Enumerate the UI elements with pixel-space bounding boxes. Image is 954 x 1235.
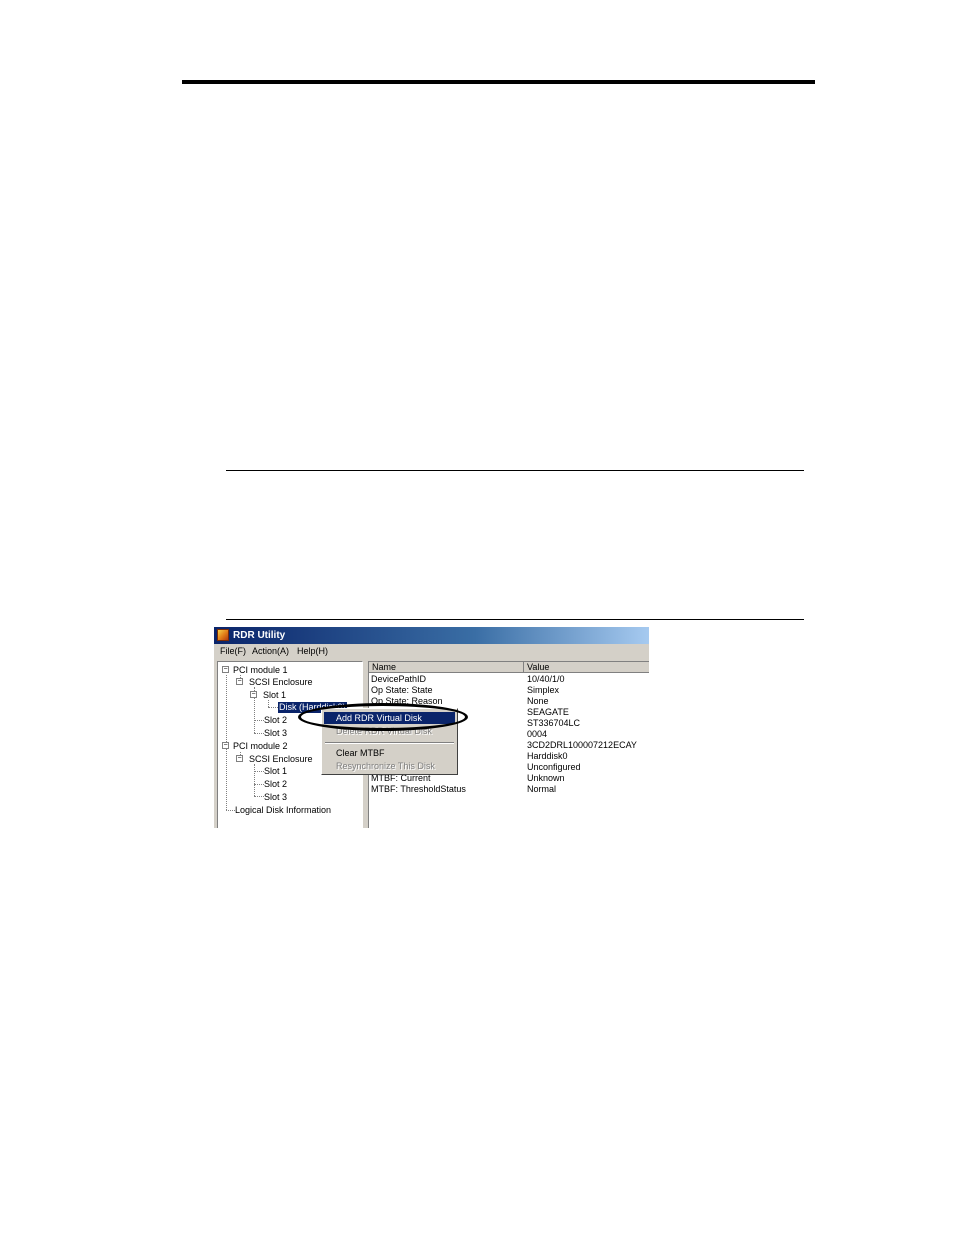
tree-node-label: SCSI Enclosure [249, 677, 313, 687]
row-name: Op State: State [371, 685, 433, 695]
collapse-icon[interactable]: − [236, 755, 243, 762]
row-value: ST336704LC [527, 718, 581, 728]
tree-node-label: Slot 1 [263, 690, 287, 700]
tree-node-label: Logical Disk Information [235, 805, 332, 815]
tree-connector [254, 764, 255, 796]
context-menu: Add RDR Virtual Disk Delete RDR Virtual … [321, 708, 458, 775]
row-value: SEAGATE [527, 707, 569, 717]
collapse-icon[interactable]: − [222, 742, 229, 749]
add-rdr-virtual-disk-menu-item[interactable]: Add RDR Virtual Disk [324, 712, 455, 724]
row-value: Unknown [527, 773, 565, 783]
tree-node-label: PCI module 1 [233, 665, 288, 675]
clear-mtbf-menu-item[interactable]: Clear MTBF [324, 747, 455, 759]
tree-connector [254, 771, 264, 772]
row-value: 3CD2DRL100007212ECAY [527, 740, 637, 750]
menu-bar: File(F) Action(A) Help(H) [214, 644, 649, 659]
row-name: MTBF: ThresholdStatus [371, 784, 466, 794]
row-name: DevicePathID [371, 674, 427, 684]
menu-help[interactable]: Help(H) [297, 646, 328, 657]
tree-connector [254, 733, 264, 734]
collapse-icon[interactable]: − [222, 666, 229, 673]
top-rule [182, 80, 815, 84]
menu-separator [325, 742, 454, 744]
window-title: RDR Utility [233, 630, 286, 641]
resynchronize-disk-menu-item[interactable]: Resynchronize This Disk [324, 760, 455, 772]
menu-file[interactable]: File(F) [220, 646, 246, 657]
tree-connector [226, 810, 235, 811]
rdr-utility-window: RDR Utility File(F) Action(A) Help(H) − … [214, 627, 649, 828]
column-header-name[interactable]: Name [369, 662, 524, 673]
title-bar[interactable]: RDR Utility [214, 627, 649, 644]
row-value: Harddisk0 [527, 751, 568, 761]
tree-connector [254, 784, 264, 785]
tree-connector [268, 707, 278, 708]
note-rule-top [226, 470, 804, 471]
menu-action[interactable]: Action(A) [252, 646, 289, 657]
tree-node-label: PCI module 2 [233, 741, 288, 751]
row-value: None [527, 696, 549, 706]
row-value: 0004 [527, 729, 548, 739]
app-icon [217, 629, 229, 641]
tree-node-label: Slot 3 [264, 792, 288, 802]
delete-rdr-virtual-disk-menu-item[interactable]: Delete RDR Virtual Disk [324, 725, 455, 737]
tree-connector [254, 796, 264, 797]
tree-node-label: Slot 1 [264, 766, 288, 776]
tree-node-label: SCSI Enclosure [249, 754, 313, 764]
tree-connector [268, 700, 269, 707]
tree-node-label: Slot 3 [264, 728, 288, 738]
tree-node-label: Slot 2 [264, 715, 288, 725]
column-header-value[interactable]: Value [524, 662, 649, 673]
row-name: Op State: Reason [371, 696, 443, 706]
row-value: 10/40/1/0 [527, 674, 565, 684]
tree-node-label: Slot 2 [264, 779, 288, 789]
note-rule-bottom [226, 619, 804, 620]
row-value: Normal [527, 784, 557, 794]
collapse-icon[interactable]: − [236, 678, 243, 685]
tree-connector [254, 720, 264, 721]
collapse-icon[interactable]: − [250, 691, 257, 698]
row-value: Unconfigured [527, 762, 581, 772]
row-value: Simplex [527, 685, 560, 695]
